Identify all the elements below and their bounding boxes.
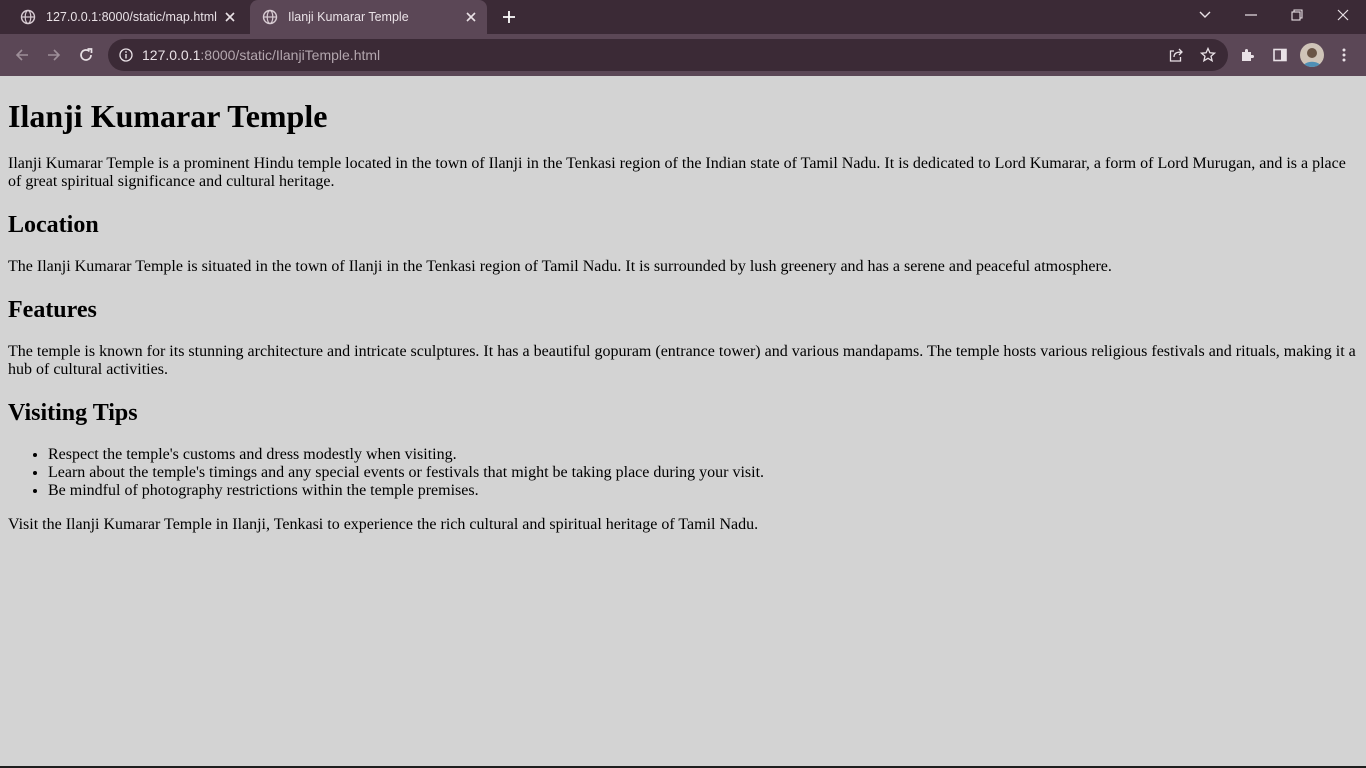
location-heading: Location (8, 212, 99, 238)
page-title: Ilanji Kumarar Temple (8, 98, 328, 134)
list-item: Be mindful of photography restrictions w… (48, 482, 1358, 500)
minimize-icon (1245, 14, 1257, 16)
list-item: Respect the temple's customs and dress m… (48, 446, 1358, 464)
extensions-button[interactable] (1232, 39, 1264, 71)
forward-arrow-icon (48, 49, 61, 61)
close-tab-icon[interactable] (459, 5, 483, 29)
tab-map[interactable]: 127.0.0.1:8000/static/map.html (8, 0, 246, 34)
list-item: Learn about the temple's timings and any… (48, 464, 1358, 482)
tab-ilanji-temple[interactable]: Ilanji Kumarar Temple (250, 0, 487, 34)
back-arrow-icon (15, 49, 28, 61)
forward-button[interactable] (38, 39, 70, 71)
kebab-menu-icon (1342, 48, 1346, 62)
visiting-tips-heading: Visiting Tips (8, 400, 138, 426)
tab-strip: 127.0.0.1:8000/static/map.html Ilanji Ku… (0, 0, 1366, 34)
close-tab-icon[interactable] (218, 5, 242, 29)
address-bar[interactable]: 127.0.0.1:8000/static/IlanjiTemple.html (108, 39, 1228, 71)
menu-button[interactable] (1328, 39, 1360, 71)
back-button[interactable] (6, 39, 38, 71)
url-host: 127.0.0.1 (142, 47, 201, 63)
location-paragraph: The Ilanji Kumarar Temple is situated in… (8, 258, 1112, 275)
features-paragraph: The temple is known for its stunning arc… (8, 343, 1356, 378)
profile-avatar[interactable] (1300, 43, 1324, 67)
tab-title: 127.0.0.1:8000/static/map.html (46, 10, 217, 24)
side-panel-icon (1273, 48, 1287, 62)
plus-icon (503, 11, 515, 23)
close-window-button[interactable] (1320, 0, 1366, 30)
globe-icon (262, 9, 278, 25)
visiting-tips-list: Respect the temple's customs and dress m… (8, 446, 1358, 500)
tab-search-button[interactable] (1182, 0, 1228, 30)
share-icon[interactable] (1166, 45, 1186, 65)
chevron-down-icon (1199, 11, 1211, 18)
restore-button[interactable] (1274, 0, 1320, 30)
puzzle-icon (1242, 49, 1254, 61)
page-content: Ilanji Kumarar Temple Ilanji Kumarar Tem… (0, 76, 1366, 766)
closing-paragraph: Visit the Ilanji Kumarar Temple in Ilanj… (8, 516, 759, 533)
new-tab-button[interactable] (497, 5, 521, 29)
globe-icon (20, 9, 36, 25)
avatar-icon (1303, 48, 1321, 67)
restore-icon (1291, 9, 1303, 21)
close-icon (1337, 9, 1349, 21)
url-path: :8000/static/IlanjiTemple.html (200, 47, 381, 63)
browser-toolbar: 127.0.0.1:8000/static/IlanjiTemple.html (0, 34, 1366, 76)
url-text[interactable]: 127.0.0.1:8000/static/IlanjiTemple.html (142, 39, 380, 71)
features-heading: Features (8, 297, 97, 323)
reload-button[interactable] (70, 39, 102, 71)
bookmark-star-icon[interactable] (1198, 45, 1218, 65)
tab-title: Ilanji Kumarar Temple (288, 10, 409, 24)
intro-paragraph: Ilanji Kumarar Temple is a prominent Hin… (8, 155, 1346, 190)
reload-icon (80, 48, 93, 61)
minimize-button[interactable] (1228, 0, 1274, 30)
side-panel-button[interactable] (1264, 39, 1296, 71)
site-info-icon[interactable] (116, 45, 136, 65)
